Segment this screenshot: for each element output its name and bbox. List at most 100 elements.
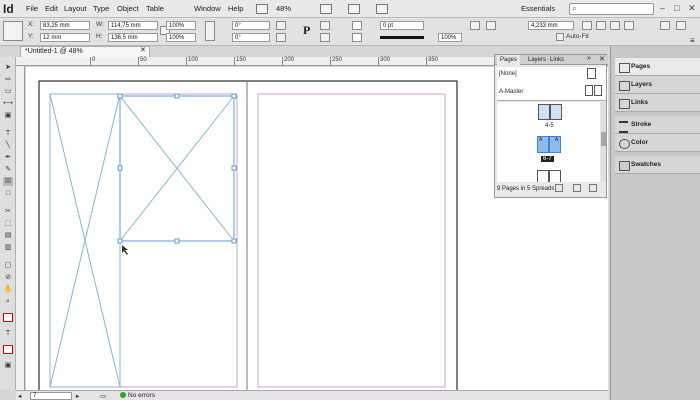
minimize-icon[interactable]: –: [660, 3, 665, 13]
y-field[interactable]: 12 mm: [40, 33, 90, 42]
new-page-icon[interactable]: [573, 184, 581, 192]
stroke-type-line[interactable]: [380, 36, 424, 39]
effects-icon[interactable]: [486, 21, 496, 30]
content-collector-icon[interactable]: ▣: [3, 111, 13, 120]
autofit-checkbox[interactable]: [556, 33, 564, 41]
panel-menu-icon[interactable]: ≡: [690, 36, 695, 45]
document-tab[interactable]: *Untitled-1 @ 48%: [20, 46, 150, 57]
dock-layers[interactable]: Layers: [615, 76, 700, 94]
x-field[interactable]: 83,25 mm: [40, 21, 90, 30]
page-thumb-4[interactable]: [538, 104, 550, 120]
menu-edit[interactable]: Edit: [45, 4, 58, 13]
page-thumb-9[interactable]: [549, 170, 561, 182]
rotate-cw-icon[interactable]: [276, 21, 286, 30]
master-none-thumb[interactable]: [587, 68, 596, 79]
screen-mode-tool-icon[interactable]: ▣: [3, 361, 13, 370]
page-thumb-7[interactable]: A: [549, 136, 561, 153]
master-a[interactable]: A-Master: [499, 89, 523, 95]
menu-layout[interactable]: Layout: [64, 4, 87, 13]
page-thumb-6[interactable]: A: [537, 136, 549, 153]
rotate-ccw-icon[interactable]: [276, 33, 286, 42]
fit-frame-icon[interactable]: [596, 21, 606, 30]
drop-shadow-icon[interactable]: [470, 21, 480, 30]
view-options-icon[interactable]: [320, 4, 332, 14]
arrange-documents-icon[interactable]: [376, 4, 388, 14]
note-tool-icon[interactable]: ▢: [3, 261, 13, 270]
scale-y-field[interactable]: 100%: [166, 33, 196, 42]
pencil-tool-icon[interactable]: ✎: [3, 165, 13, 174]
menu-type[interactable]: Type: [93, 4, 109, 13]
tab-layers[interactable]: Layers: [525, 55, 549, 65]
menu-window[interactable]: Window: [194, 4, 221, 13]
menu-file[interactable]: File: [26, 4, 38, 13]
page-thumb-8[interactable]: [537, 170, 549, 182]
hand-tool-icon[interactable]: ✋: [3, 285, 13, 294]
zoom-level[interactable]: 48%: [276, 4, 291, 13]
bridge-icon[interactable]: [256, 4, 268, 14]
panel-collapse-icon[interactable]: »: [587, 55, 591, 62]
gradient-feather-tool-icon[interactable]: ▥: [3, 243, 13, 252]
delete-page-icon[interactable]: [589, 184, 597, 192]
reference-point-icon[interactable]: [3, 21, 23, 41]
ref-width-field[interactable]: 4,233 mm: [528, 21, 574, 30]
scissors-tool-icon[interactable]: ✂: [3, 207, 13, 216]
tab-links[interactable]: Links: [547, 55, 567, 65]
rectangle-tool-icon[interactable]: □: [3, 189, 13, 198]
stroke-weight-field[interactable]: 0 pt: [380, 21, 424, 30]
first-page-icon[interactable]: ◂: [18, 392, 21, 400]
shear-field[interactable]: 0°: [232, 33, 270, 42]
apply-none-icon[interactable]: [3, 345, 13, 354]
formatting-icon[interactable]: T: [3, 329, 13, 338]
vertical-ruler[interactable]: [16, 66, 25, 390]
scale-x-field[interactable]: 100%: [166, 21, 196, 30]
flip-v-icon[interactable]: [320, 33, 330, 42]
eyedropper-tool-icon[interactable]: ⊘: [3, 273, 13, 282]
menu-help[interactable]: Help: [228, 4, 243, 13]
scroll-thumb[interactable]: [601, 132, 606, 146]
type-tool-icon[interactable]: T: [3, 129, 13, 138]
maximize-icon[interactable]: □: [674, 3, 679, 13]
line-tool-icon[interactable]: ╲: [3, 141, 13, 150]
gradient-swatch-tool-icon[interactable]: ▤: [3, 231, 13, 240]
dock-links[interactable]: Links: [615, 94, 700, 112]
close-icon[interactable]: ✕: [688, 3, 696, 14]
rectangle-frame-tool-icon[interactable]: ☒: [3, 177, 13, 186]
pages-scrollbar[interactable]: [601, 102, 606, 182]
edit-page-size-icon[interactable]: [555, 184, 563, 192]
direct-selection-tool-icon[interactable]: ⇨: [3, 75, 13, 84]
rotate-field[interactable]: 0°: [232, 21, 270, 30]
constrain-icon[interactable]: [205, 21, 215, 41]
master-a-thumb-right[interactable]: [594, 85, 602, 96]
open-page-icon[interactable]: ▭: [100, 392, 106, 400]
opacity-field[interactable]: 100%: [438, 33, 462, 42]
stroke-swatch-icon[interactable]: [352, 33, 362, 42]
dock-color[interactable]: Color: [615, 134, 700, 152]
menu-object[interactable]: Object: [117, 4, 139, 13]
workspace-switcher[interactable]: Essentials: [521, 4, 555, 13]
menu-table[interactable]: Table: [146, 4, 164, 13]
fit-content-icon[interactable]: [582, 21, 592, 30]
h-field[interactable]: 136,5 mm: [108, 33, 158, 42]
panel-close-icon[interactable]: ✕: [599, 55, 605, 63]
select-container-icon[interactable]: [676, 21, 686, 30]
pages-list[interactable]: 4-5 A A 6-7: [497, 102, 600, 182]
type-on-path-icon[interactable]: P: [303, 23, 310, 38]
free-transform-tool-icon[interactable]: ⬚: [3, 219, 13, 228]
search-input[interactable]: ⌕: [569, 3, 654, 15]
w-field[interactable]: 114,75 mm: [108, 21, 158, 30]
page-tool-icon[interactable]: ▭: [3, 87, 13, 96]
gap-tool-icon[interactable]: ⟷: [3, 99, 13, 108]
preflight-status[interactable]: No errors: [128, 392, 155, 399]
page-number-field[interactable]: 7: [30, 392, 72, 400]
dock-stroke[interactable]: Stroke: [615, 116, 700, 134]
fill-frame-icon[interactable]: [624, 21, 634, 30]
flip-h-icon[interactable]: [320, 21, 330, 30]
master-none[interactable]: [None]: [499, 71, 517, 77]
selection-tool-icon[interactable]: ➤: [3, 63, 13, 72]
fill-stroke-icon[interactable]: [3, 313, 13, 322]
zoom-tool-icon[interactable]: ⌕: [3, 297, 13, 306]
screen-mode-icon[interactable]: [348, 4, 360, 14]
master-a-thumb-left[interactable]: [585, 85, 593, 96]
text-wrap-icon[interactable]: [660, 21, 670, 30]
dock-swatches[interactable]: Swatches: [615, 156, 700, 174]
